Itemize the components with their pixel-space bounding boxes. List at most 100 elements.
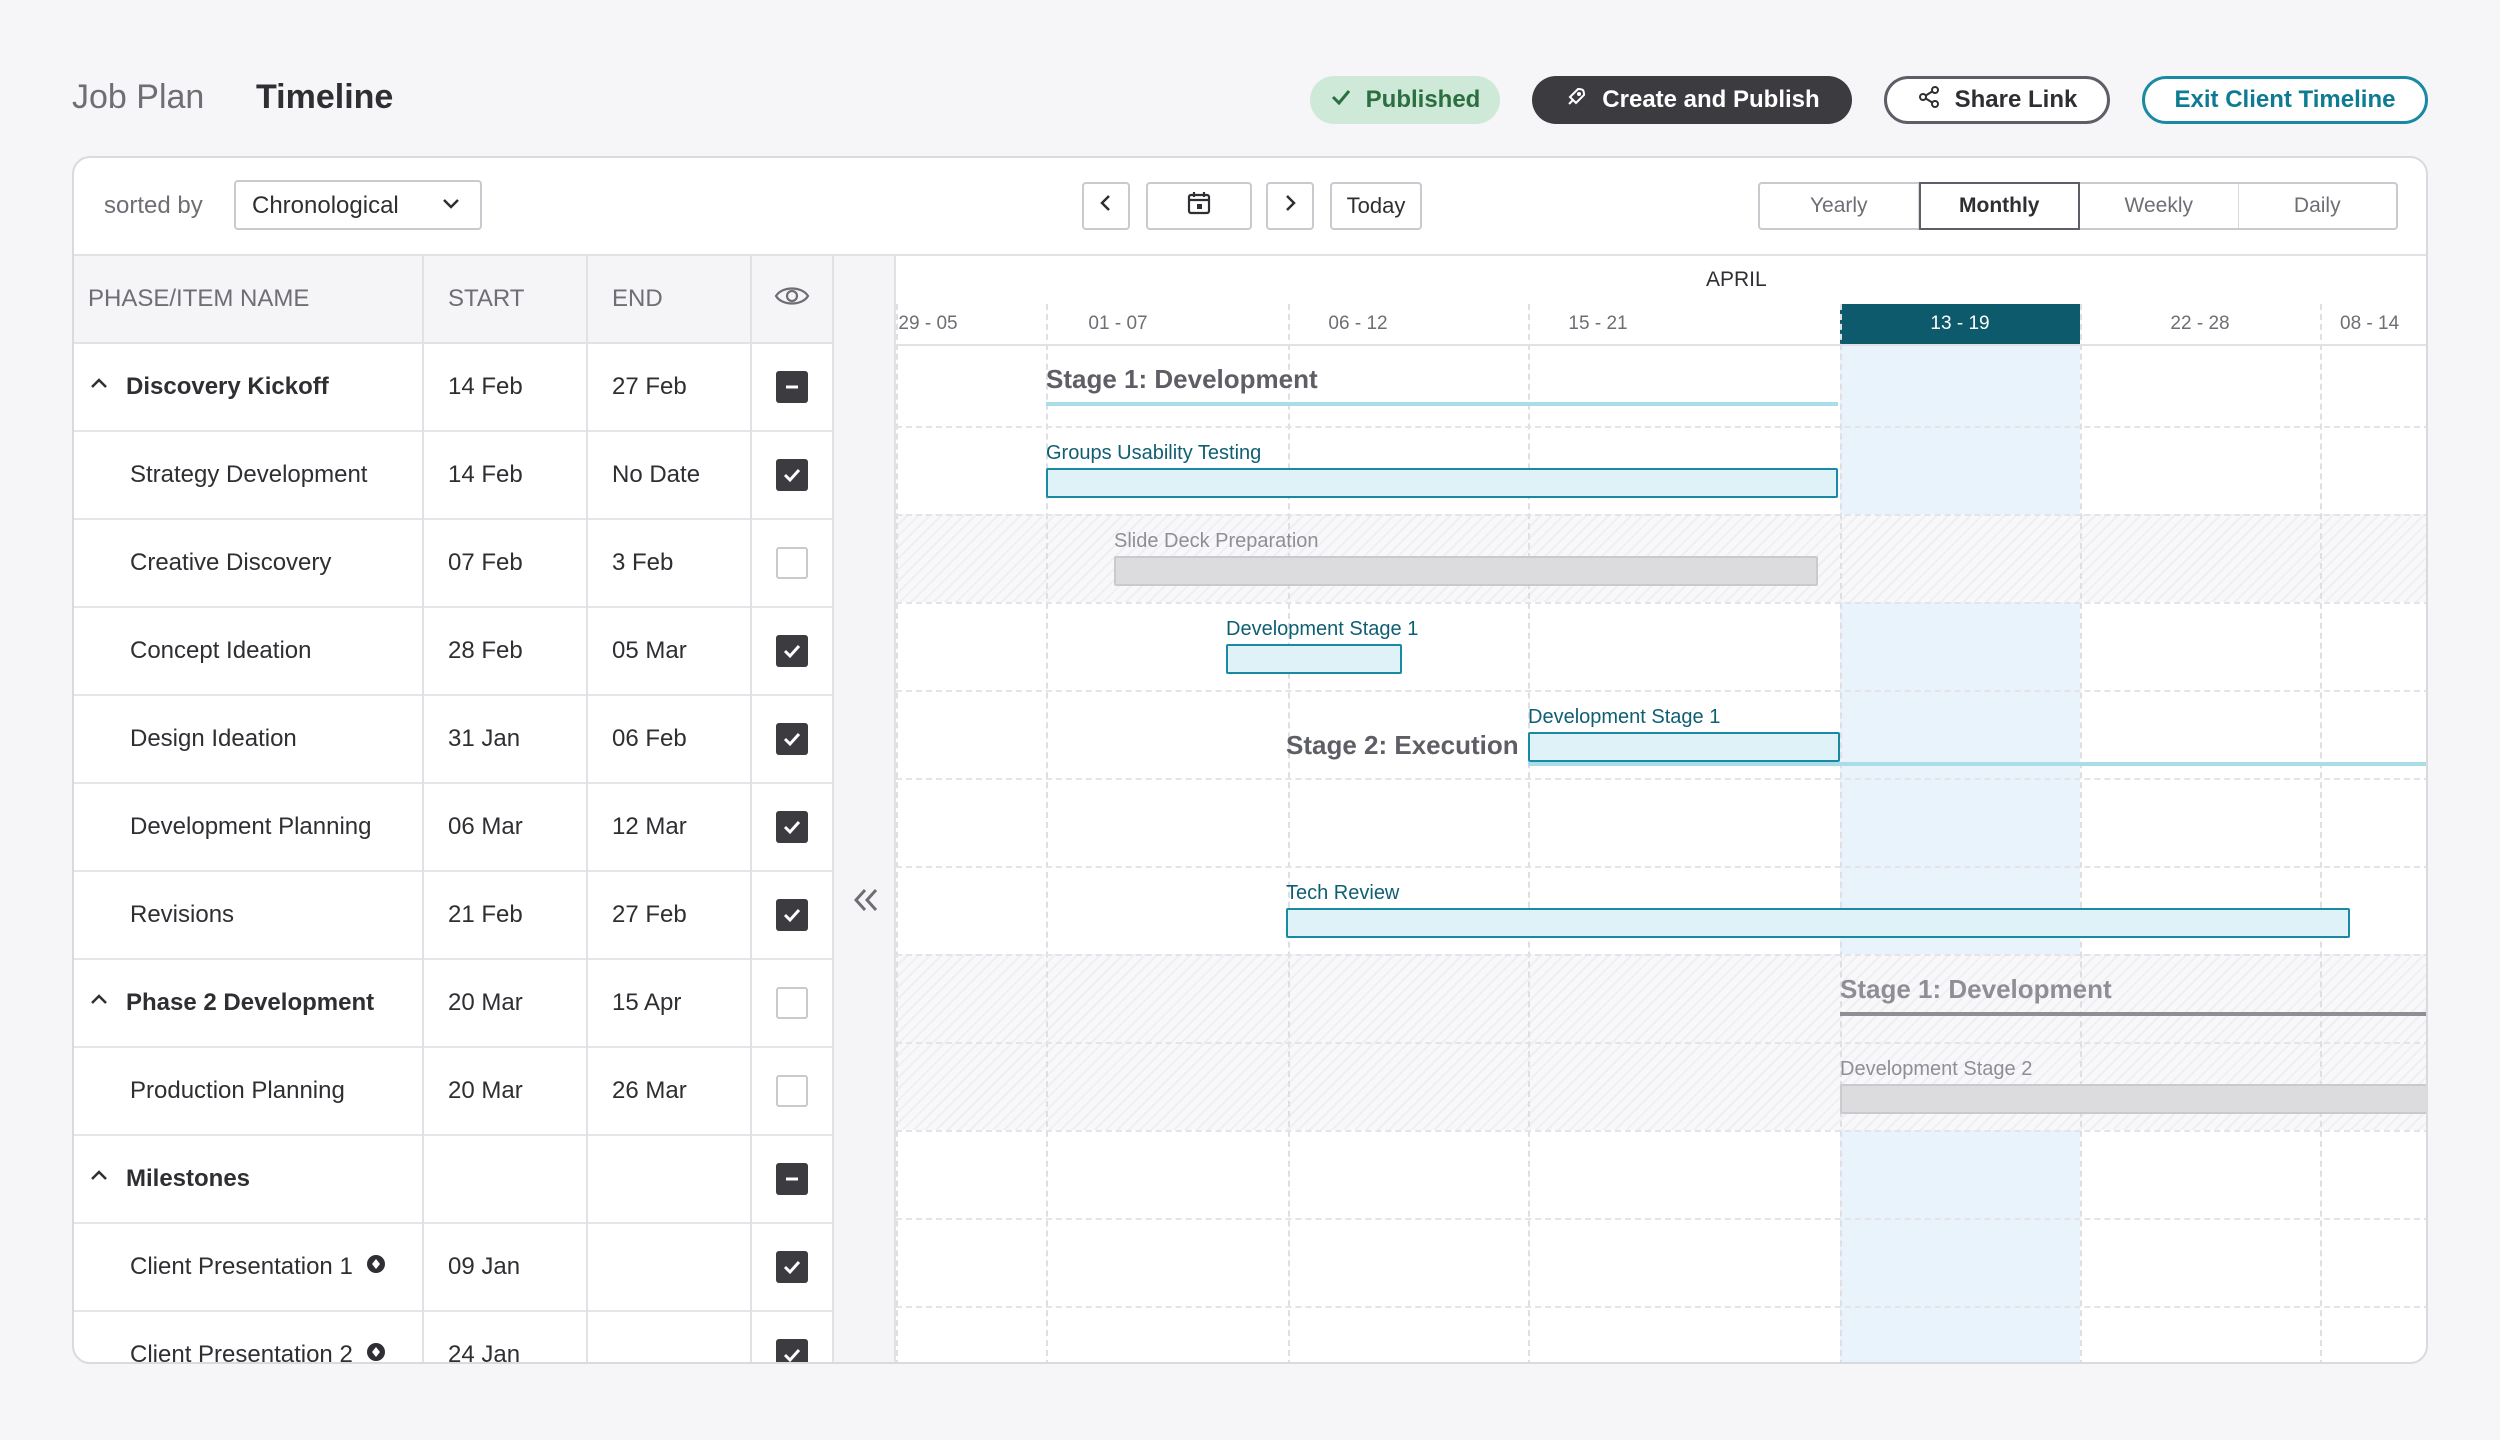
col-header-end[interactable]: END bbox=[588, 256, 752, 344]
row-grid bbox=[896, 690, 2426, 692]
view-daily[interactable]: Daily bbox=[2239, 184, 2397, 228]
item-row-name[interactable]: Concept Ideation bbox=[74, 608, 424, 696]
chevron-down-icon bbox=[440, 192, 462, 221]
visibility-checkbox[interactable] bbox=[776, 1339, 808, 1362]
row-end-date bbox=[588, 1312, 752, 1362]
visibility-checkbox[interactable] bbox=[776, 371, 808, 403]
stage-label[interactable]: Stage 2: Execution bbox=[1286, 730, 1519, 761]
timeline-title[interactable]: Timeline bbox=[256, 78, 393, 117]
row-grid bbox=[896, 602, 2426, 604]
visibility-checkbox[interactable] bbox=[776, 899, 808, 931]
visibility-checkbox[interactable] bbox=[776, 1251, 808, 1283]
create-and-publish-button[interactable]: Create and Publish bbox=[1532, 76, 1852, 124]
item-row-name[interactable]: Creative Discovery bbox=[74, 520, 424, 608]
chevron-right-icon bbox=[1280, 193, 1300, 219]
row-name-label: Design Ideation bbox=[130, 725, 297, 752]
sort-value: Chronological bbox=[252, 192, 399, 219]
row-start-date: 14 Feb bbox=[424, 432, 588, 520]
visibility-checkbox[interactable] bbox=[776, 723, 808, 755]
item-row-name[interactable]: Production Planning bbox=[74, 1048, 424, 1136]
visibility-checkbox[interactable] bbox=[776, 1075, 808, 1107]
task-bar-groups-usability[interactable] bbox=[1046, 468, 1838, 498]
chevron-left-icon bbox=[1096, 193, 1116, 219]
visibility-checkbox[interactable] bbox=[776, 987, 808, 1019]
item-row-name[interactable]: Development Planning bbox=[74, 784, 424, 872]
visibility-checkbox[interactable] bbox=[776, 459, 808, 491]
view-weekly[interactable]: Weekly bbox=[2080, 184, 2239, 228]
item-row-name[interactable]: Strategy Development bbox=[74, 432, 424, 520]
job-plan-title[interactable]: Job Plan bbox=[72, 78, 204, 117]
collapse-panel-button[interactable] bbox=[848, 882, 884, 923]
row-name-label: Creative Discovery bbox=[130, 549, 332, 576]
item-row-name[interactable]: Design Ideation bbox=[74, 696, 424, 784]
row-start-date: 20 Mar bbox=[424, 960, 588, 1048]
row-grid bbox=[896, 1218, 2426, 1220]
task-label: Development Stage 2 bbox=[1840, 1058, 2033, 1080]
row-name-label: Revisions bbox=[130, 901, 235, 928]
row-end-date bbox=[588, 1136, 752, 1224]
stage-span-line bbox=[1840, 1012, 2426, 1016]
share-icon bbox=[1917, 85, 1941, 116]
item-row-name[interactable]: Client Presentation 2 bbox=[74, 1312, 424, 1363]
visibility-checkbox[interactable] bbox=[776, 1163, 808, 1195]
week-header[interactable]: 06 - 12 bbox=[1238, 304, 1478, 344]
col-header-visibility[interactable] bbox=[752, 256, 832, 344]
chevron-up-icon[interactable] bbox=[88, 1165, 110, 1194]
row-name-label: Development Planning bbox=[130, 813, 372, 840]
week-header[interactable]: 01 - 07 bbox=[998, 304, 1238, 344]
view-monthly[interactable]: Monthly bbox=[1918, 182, 2080, 230]
col-divider bbox=[422, 256, 424, 1362]
task-bar-dev-stage-1[interactable] bbox=[1226, 644, 1402, 674]
col-divider bbox=[586, 256, 588, 1362]
chevron-up-icon[interactable] bbox=[88, 989, 110, 1018]
eye-icon bbox=[774, 284, 810, 315]
rocket-icon bbox=[1564, 85, 1588, 116]
row-end-date: 27 Feb bbox=[588, 344, 752, 432]
task-bar-slide-deck[interactable] bbox=[1114, 556, 1818, 586]
visibility-cell bbox=[752, 608, 832, 696]
phase-row-name[interactable]: Discovery Kickoff bbox=[74, 344, 424, 432]
visibility-checkbox[interactable] bbox=[776, 811, 808, 843]
phase-row-name[interactable]: Milestones bbox=[74, 1136, 424, 1224]
calendar-picker-button[interactable] bbox=[1146, 182, 1252, 230]
task-bar-tech-review[interactable] bbox=[1286, 908, 2350, 938]
stage-span-line bbox=[1046, 402, 1838, 406]
milestone-icon bbox=[365, 1341, 387, 1363]
stage-label[interactable]: Stage 1: Development bbox=[1840, 974, 2112, 1005]
row-end-date: 12 Mar bbox=[588, 784, 752, 872]
week-header-current[interactable]: 13 - 19 bbox=[1840, 304, 2080, 344]
next-period-button[interactable] bbox=[1266, 182, 1314, 230]
visibility-checkbox[interactable] bbox=[776, 547, 808, 579]
grid-line bbox=[1288, 304, 1290, 1362]
visibility-cell bbox=[752, 520, 832, 608]
exit-client-timeline-button[interactable]: Exit Client Timeline bbox=[2142, 76, 2428, 124]
task-label: Tech Review bbox=[1286, 882, 1400, 904]
prev-period-button[interactable] bbox=[1082, 182, 1130, 230]
sort-select[interactable]: Chronological bbox=[234, 180, 482, 230]
stage-label[interactable]: Stage 1: Development bbox=[1046, 364, 1318, 395]
week-header[interactable]: 08 - 14 bbox=[2320, 304, 2426, 344]
row-start-date: 31 Jan bbox=[424, 696, 588, 784]
col-header-name[interactable]: PHASE/ITEM NAME bbox=[74, 256, 424, 344]
visibility-checkbox[interactable] bbox=[776, 635, 808, 667]
today-button[interactable]: Today bbox=[1330, 182, 1422, 230]
chevron-up-icon[interactable] bbox=[88, 373, 110, 402]
week-header[interactable]: 22 - 28 bbox=[2080, 304, 2320, 344]
week-header[interactable]: 29 - 05 bbox=[896, 304, 998, 344]
col-header-start[interactable]: START bbox=[424, 256, 588, 344]
item-row-name[interactable]: Client Presentation 1 bbox=[74, 1224, 424, 1312]
item-row-name[interactable]: Revisions bbox=[74, 872, 424, 960]
row-end-date: 26 Mar bbox=[588, 1048, 752, 1136]
timeline-toolbar: sorted by Chronological Today Yearly Mon… bbox=[74, 158, 2426, 256]
stage-span-line bbox=[1528, 762, 2426, 766]
grid-line bbox=[2320, 304, 2322, 1362]
grid-line bbox=[1528, 304, 1530, 1362]
row-grid bbox=[896, 778, 2426, 780]
week-header[interactable]: 15 - 21 bbox=[1478, 304, 1718, 344]
view-yearly[interactable]: Yearly bbox=[1760, 184, 1919, 228]
visibility-cell bbox=[752, 696, 832, 784]
phase-row-name[interactable]: Phase 2 Development bbox=[74, 960, 424, 1048]
task-bar-dev-stage-1-exec[interactable] bbox=[1528, 732, 1840, 762]
task-bar-dev-stage-2[interactable] bbox=[1840, 1084, 2426, 1114]
share-link-button[interactable]: Share Link bbox=[1884, 76, 2110, 124]
